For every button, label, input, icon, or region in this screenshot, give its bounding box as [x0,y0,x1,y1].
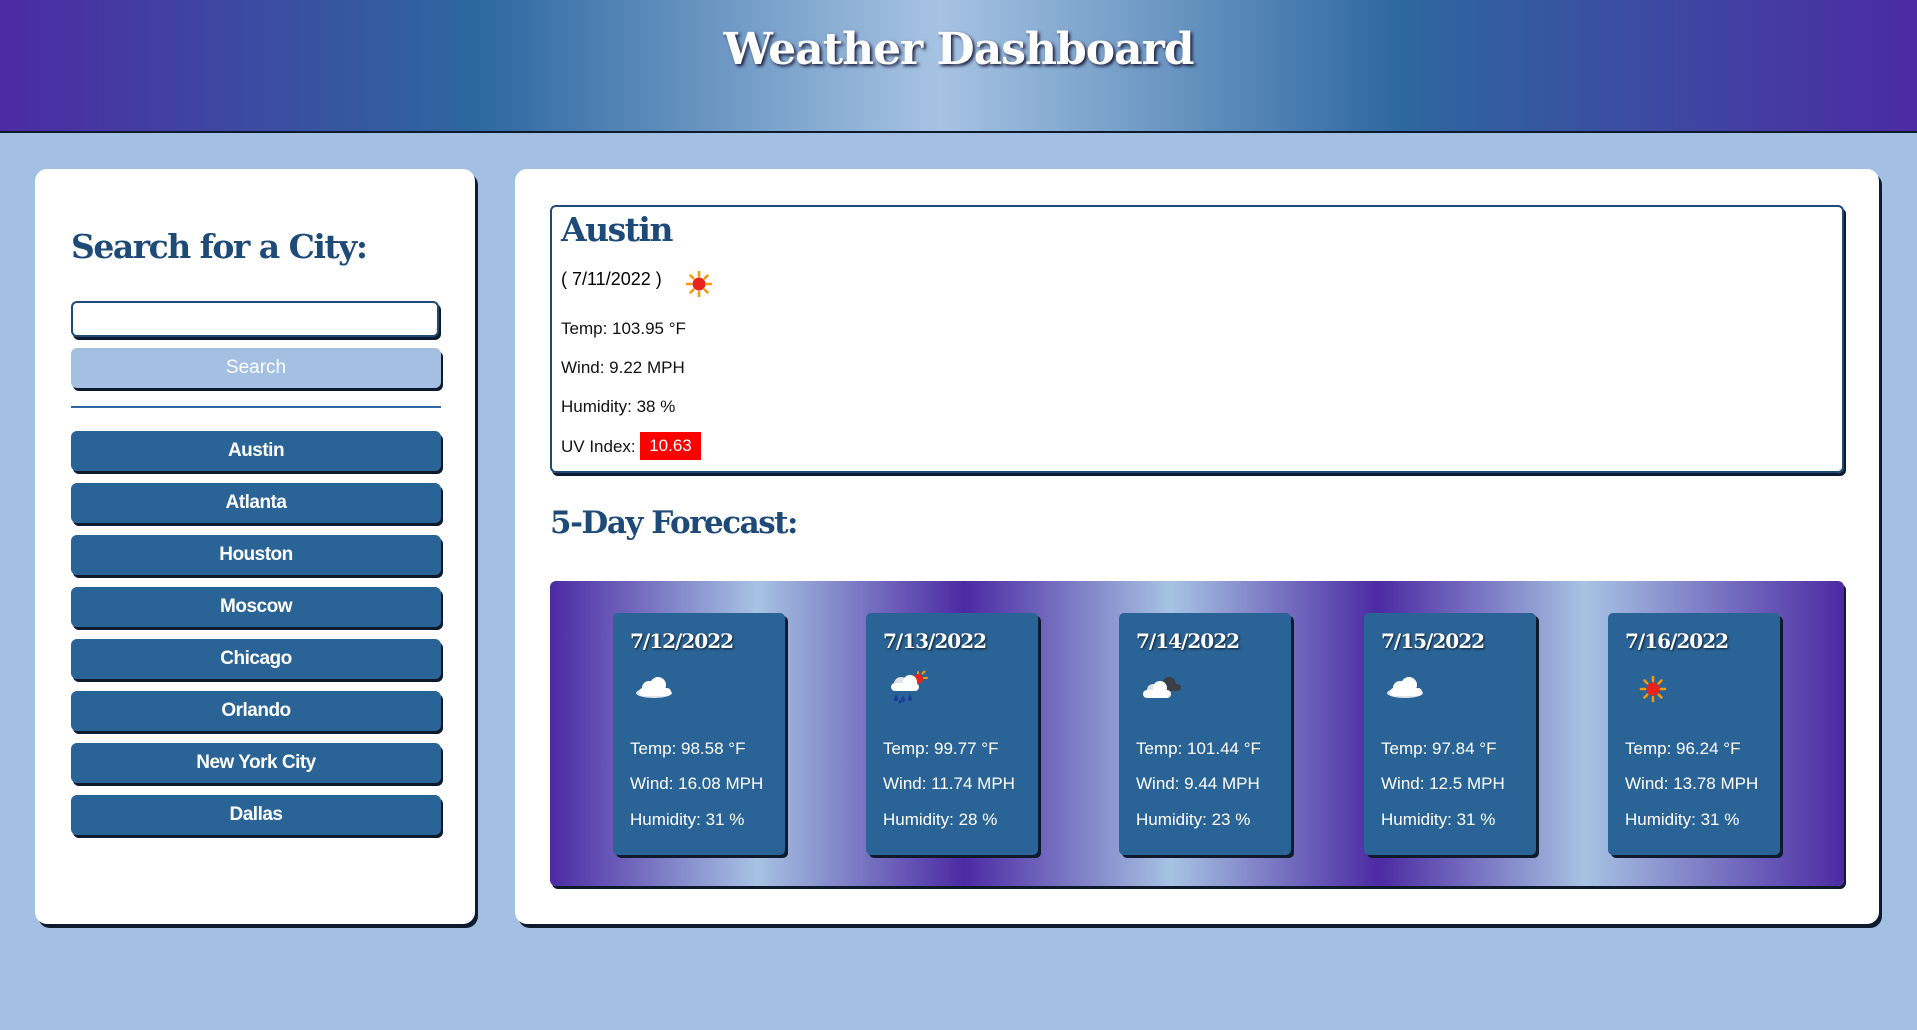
page-header: Weather Dashboard [0,0,1917,133]
forecast-temp: Temp: 101.44 °F [1136,739,1261,758]
cloud-icon [633,673,675,706]
search-button[interactable]: Search [71,348,441,388]
forecast-wind: Wind: 9.44 MPH [1136,774,1260,793]
forecast-date: 7/15/2022 [1381,629,1485,653]
forecast-humidity: Humidity: 31 % [630,810,745,829]
current-temp: Temp: 103.95 °F [561,319,686,338]
forecast-humidity: Humidity: 28 % [883,810,998,829]
forecast-temp: Temp: 97.84 °F [1381,739,1497,758]
city-search-input[interactable] [71,301,439,337]
forecast-temp: Temp: 98.58 °F [630,739,746,758]
sun-icon [1638,674,1668,709]
forecast-card: 7/13/2022 Temp: 99.77 °F Wind: 11.74 MPH… [866,613,1038,855]
uv-index-label: UV Index: [561,437,636,456]
forecast-temp: Temp: 99.77 °F [883,739,999,758]
current-date: ( 7/11/2022 ) [561,269,662,289]
sun-icon [684,269,714,304]
forecast-card: 7/14/2022 Temp: 101.44 °F Wind: 9.44 MPH… [1119,613,1291,855]
forecast-date: 7/16/2022 [1625,629,1729,653]
forecast-wind: Wind: 11.74 MPH [883,774,1015,793]
forecast-humidity: Humidity: 31 % [1381,810,1496,829]
forecast-heading: 5-Day Forecast: [550,505,798,541]
current-humidity: Humidity: 38 % [561,397,676,416]
weather-panel: Austin ( 7/11/2022 ) Temp: 103.95 °F Win… [515,169,1879,924]
forecast-card: 7/15/2022 Temp: 97.84 °F Wind: 12.5 MPH … [1364,613,1536,855]
search-heading: Search for a City: [71,227,368,266]
forecast-humidity: Humidity: 31 % [1625,810,1740,829]
history-button-orlando[interactable]: Orlando [71,691,441,731]
history-button-new-york-city[interactable]: New York City [71,743,441,783]
search-divider [71,406,441,408]
forecast-date: 7/13/2022 [883,629,987,653]
history-button-moscow[interactable]: Moscow [71,587,441,627]
forecast-humidity: Humidity: 23 % [1136,810,1251,829]
forecast-date: 7/12/2022 [630,629,734,653]
forecast-wind: Wind: 13.78 MPH [1625,774,1759,793]
forecast-wind: Wind: 16.08 MPH [630,774,764,793]
forecast-card: 7/16/2022 Temp: 96.24 °F Wind: 13.78 MPH… [1608,613,1780,855]
current-city-name: Austin [561,210,673,249]
rain-sun-icon [886,670,930,709]
history-button-chicago[interactable]: Chicago [71,639,441,679]
page-title: Weather Dashboard [723,24,1194,75]
history-button-austin[interactable]: Austin [71,431,441,471]
broken-clouds-icon [1139,673,1185,708]
forecast-date: 7/14/2022 [1136,629,1240,653]
history-button-dallas[interactable]: Dallas [71,795,441,835]
forecast-wind: Wind: 12.5 MPH [1381,774,1505,793]
history-button-atlanta[interactable]: Atlanta [71,483,441,523]
current-weather-card: Austin ( 7/11/2022 ) Temp: 103.95 °F Win… [550,205,1844,473]
uv-index-badge: 10.63 [640,432,701,460]
forecast-temp: Temp: 96.24 °F [1625,739,1741,758]
forecast-strip: 7/12/2022 Temp: 98.58 °F Wind: 16.08 MPH… [550,581,1844,886]
history-button-houston[interactable]: Houston [71,535,441,575]
search-panel: Search for a City: Search Austin Atlanta… [35,169,475,924]
current-wind: Wind: 9.22 MPH [561,358,685,377]
cloud-icon [1384,673,1426,706]
forecast-card: 7/12/2022 Temp: 98.58 °F Wind: 16.08 MPH… [613,613,785,855]
